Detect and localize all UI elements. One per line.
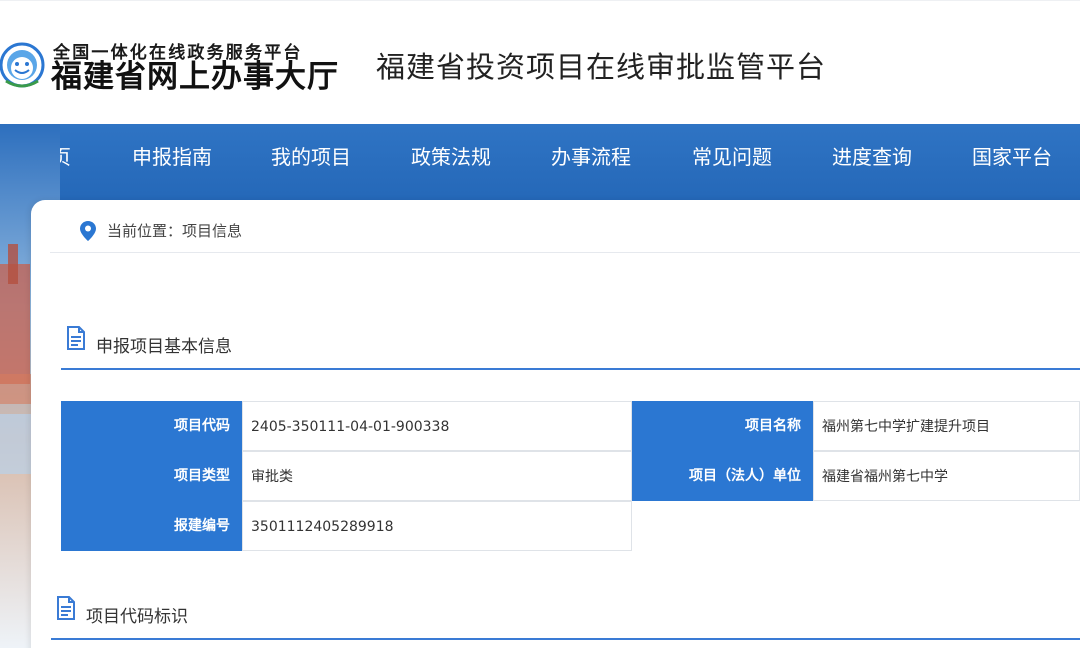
site-header: 全国一体化在线政务服务平台 福建省网上办事大厅 福建省投资项目在线审批监管平台 [0, 0, 1080, 124]
section-basic-info-header: 申报项目基本信息 [66, 326, 1080, 366]
logo-title: 福建省网上办事大厅 [51, 59, 339, 95]
project-unit-value: 福建省福州第七中学 [813, 451, 1080, 501]
platform-title: 福建省投资项目在线审批监管平台 [376, 50, 827, 84]
section-code-mark-header: 项目代码标识 [56, 596, 1080, 636]
location-pin-icon [80, 221, 96, 241]
section-divider [51, 638, 1080, 640]
nav-item-policies[interactable]: 政策法规 [411, 142, 491, 172]
nav-item-process[interactable]: 办事流程 [551, 142, 631, 172]
main-nav: 首页 申报指南 我的项目 政策法规 办事流程 常见问题 进度查询 国家平台 [0, 124, 1080, 200]
report-number-value: 3501112405289918 [242, 501, 632, 551]
section-title-basic-info: 申报项目基本信息 [96, 337, 232, 357]
project-type-value: 审批类 [242, 451, 632, 501]
document-icon [57, 596, 75, 620]
project-code-value: 2405-350111-04-01-900338 [242, 401, 632, 451]
project-code-label: 项目代码 [61, 401, 242, 451]
section-divider [61, 368, 1080, 370]
project-name-label: 项目名称 [632, 401, 813, 451]
report-number-label: 报建编号 [61, 501, 242, 551]
nav-item-faq[interactable]: 常见问题 [692, 142, 772, 172]
breadcrumb-text: 当前位置：项目信息 [107, 222, 243, 240]
nav-item-guide[interactable]: 申报指南 [132, 142, 212, 172]
project-info-table: 项目代码 2405-350111-04-01-900338 项目名称 福州第七中… [61, 401, 1080, 552]
project-type-label: 项目类型 [61, 451, 242, 501]
project-unit-label: 项目（法人）单位 [632, 451, 813, 501]
project-name-value: 福州第七中学扩建提升项目 [813, 401, 1080, 451]
breadcrumb: 当前位置：项目信息 [50, 211, 1080, 253]
logo-emblem-icon [0, 42, 45, 88]
nav-item-progress[interactable]: 进度查询 [832, 142, 912, 172]
nav-item-national[interactable]: 国家平台 [972, 142, 1052, 172]
nav-item-my-projects[interactable]: 我的项目 [271, 142, 351, 172]
document-icon [67, 326, 85, 350]
section-title-code-mark: 项目代码标识 [86, 607, 188, 627]
